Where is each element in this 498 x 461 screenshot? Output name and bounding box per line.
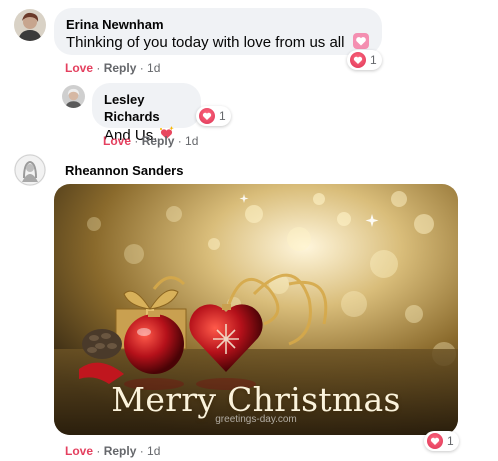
love-reaction-icon xyxy=(199,108,215,124)
reaction-count[interactable]: 1 xyxy=(347,50,382,70)
reply-button[interactable]: Reply xyxy=(142,134,175,148)
reaction-count-value: 1 xyxy=(447,434,454,448)
separator: · xyxy=(93,444,104,458)
comment-author[interactable]: Lesley Richards xyxy=(104,91,189,125)
avatar-rheannon-sanders[interactable] xyxy=(14,154,46,186)
reaction-count-value: 1 xyxy=(219,109,226,123)
love-reaction-icon xyxy=(350,52,366,68)
comment-actions: Love · Reply · 1d xyxy=(65,60,160,76)
timestamp[interactable]: 1d xyxy=(147,444,160,458)
separator: · xyxy=(136,61,148,75)
heart-emoji xyxy=(352,33,369,49)
love-button[interactable]: Love xyxy=(65,61,93,75)
separator: · xyxy=(93,61,104,75)
separator: · xyxy=(131,134,142,148)
love-button[interactable]: Love xyxy=(65,444,93,458)
love-reaction-icon xyxy=(427,433,443,449)
comment-bubble: Lesley Richards And Us. xyxy=(92,83,201,144)
reply-button[interactable]: Reply xyxy=(104,61,137,75)
timestamp[interactable]: 1d xyxy=(147,61,160,75)
avatar-erina-newnham[interactable] xyxy=(14,9,46,41)
love-button[interactable]: Love xyxy=(103,134,131,148)
reaction-count-value: 1 xyxy=(370,53,377,67)
reply-button[interactable]: Reply xyxy=(104,444,137,458)
comment-author[interactable]: Rheannon Sanders xyxy=(65,162,183,179)
comment-actions: Love · Reply · 1d xyxy=(65,443,160,459)
comment-author[interactable]: Erina Newnham xyxy=(66,16,370,33)
separator: · xyxy=(174,134,186,148)
timestamp[interactable]: 1d xyxy=(185,134,198,148)
christmas-greeting-gif[interactable]: Merry Christmas greetings-day.com xyxy=(54,184,458,435)
reaction-count[interactable]: 1 xyxy=(424,431,459,451)
separator: · xyxy=(136,444,148,458)
comment-bubble: Erina Newnham Thinking of you today with… xyxy=(54,8,382,55)
comment-text: Thinking of you today with love from us … xyxy=(66,33,370,53)
comment-actions: Love · Reply · 1d xyxy=(103,133,198,149)
reaction-count[interactable]: 1 xyxy=(196,106,231,126)
media-watermark: greetings-day.com xyxy=(215,414,297,425)
avatar-lesley-richards[interactable] xyxy=(62,85,85,108)
